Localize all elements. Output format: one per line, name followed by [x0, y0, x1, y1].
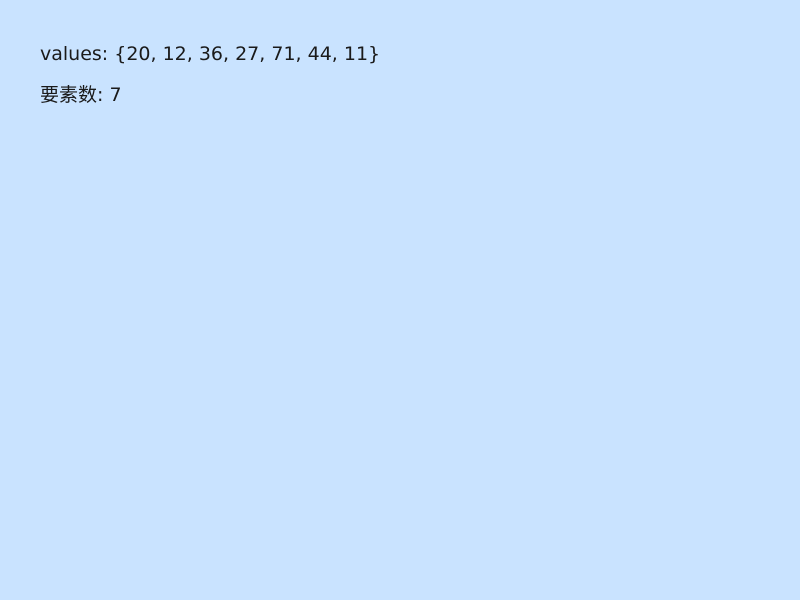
element-count-text: 要素数: 7 [40, 84, 122, 106]
values-text: values: {20, 12, 36, 27, 71, 44, 11} [40, 43, 381, 65]
canvas: values: {20, 12, 36, 27, 71, 44, 11} 要素数… [0, 0, 800, 600]
